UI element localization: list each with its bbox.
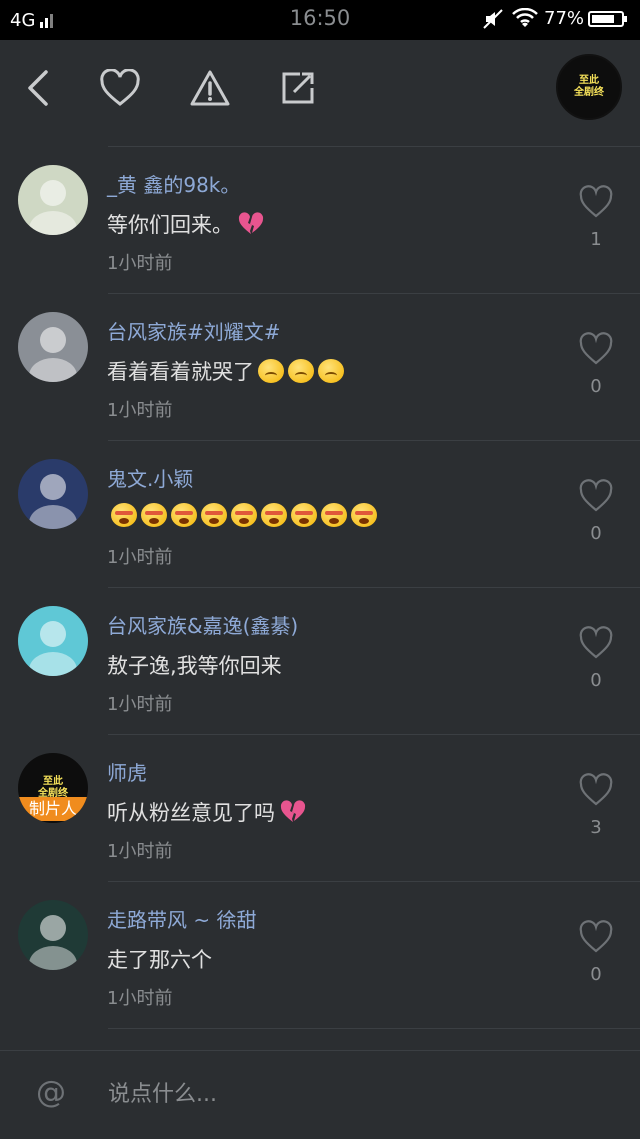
comment-time: 1小时前 [107, 988, 173, 1009]
like-icon[interactable] [578, 332, 614, 368]
avatar[interactable] [18, 606, 88, 676]
comment-text: 走了那六个 [107, 944, 216, 974]
back-icon[interactable] [14, 64, 62, 112]
logo-line-1: 至此 [579, 75, 599, 86]
like-count: 0 [590, 376, 602, 397]
share-icon[interactable] [274, 64, 322, 112]
comment-input-bar: @ [0, 1050, 640, 1139]
sad-emoji-icon [258, 359, 284, 383]
comment-author[interactable]: _黄 鑫的98k。 [107, 169, 240, 198]
comment-text [107, 503, 377, 527]
comment-row: _黄 鑫的98k。 等你们回来。 1小时前 1 [0, 147, 640, 294]
broken-heart-icon [280, 800, 306, 822]
comment-author[interactable]: 鬼文.小颖 [107, 463, 193, 492]
like-count: 0 [590, 964, 602, 985]
like-icon[interactable] [578, 773, 614, 809]
avatar-person-icon [29, 915, 77, 970]
crying-emoji-icon [111, 503, 137, 527]
report-icon[interactable] [186, 64, 234, 112]
comment-body: 敖子逸,我等你回来 [107, 654, 282, 678]
comment-body: 走了那六个 [107, 948, 212, 972]
show-logo[interactable]: 至此 全剧终 [556, 54, 622, 120]
avatar-logo-line-1: 至此 [43, 776, 63, 787]
like-count: 0 [590, 670, 602, 691]
avatar-badge: 制片人 [18, 797, 88, 821]
crying-emoji-icon [321, 503, 347, 527]
like-count: 3 [590, 817, 602, 838]
comment-row: 至此 全剧终 制片人 师虎 听从粉丝意见了吗 1小时前 3 [0, 735, 640, 882]
avatar-person-icon [29, 474, 77, 529]
comment-body: 等你们回来。 [107, 213, 233, 237]
sad-emoji-icon [318, 359, 344, 383]
comment-body: 听从粉丝意见了吗 [107, 801, 275, 825]
emoji-group [258, 359, 344, 383]
avatar[interactable] [18, 312, 88, 382]
emoji-group [111, 503, 377, 527]
sad-emoji-icon [288, 359, 314, 383]
crying-emoji-icon [261, 503, 287, 527]
mention-button[interactable]: @ [36, 1075, 66, 1110]
comment-row: 台风家族&嘉逸(鑫綦) 敖子逸,我等你回来 1小时前 0 [0, 588, 640, 735]
avatar[interactable] [18, 900, 88, 970]
crying-emoji-icon [231, 503, 257, 527]
comment-text: 听从粉丝意见了吗 [107, 797, 307, 827]
comment-author[interactable]: 台风家族#刘耀文# [107, 316, 281, 345]
emoji-group [237, 212, 265, 236]
comment-time: 1小时前 [107, 253, 173, 274]
comment-time: 1小时前 [107, 694, 173, 715]
crying-emoji-icon [291, 503, 317, 527]
like-count: 0 [590, 523, 602, 544]
like-icon[interactable] [578, 626, 614, 662]
avatar[interactable]: 至此 全剧终 制片人 [18, 753, 88, 823]
wifi-icon [512, 7, 538, 35]
avatar-person-icon [29, 180, 77, 235]
comment-text: 看着看着就哭了 [107, 356, 344, 386]
comment-author[interactable]: 台风家族&嘉逸(鑫綦) [107, 610, 298, 639]
comment-author[interactable]: 走路带风 ~ 徐甜 [107, 904, 256, 933]
avatar[interactable] [18, 459, 88, 529]
mute-icon [482, 8, 504, 35]
comment-row: 鬼文.小颖 1小时前 0 [0, 441, 640, 588]
logo-line-2: 全剧终 [574, 87, 604, 98]
battery-percent: 77% [544, 8, 585, 29]
crying-emoji-icon [201, 503, 227, 527]
favorite-icon[interactable] [96, 64, 144, 112]
like-icon[interactable] [578, 185, 614, 221]
crying-emoji-icon [171, 503, 197, 527]
comment-time: 1小时前 [107, 547, 173, 568]
like-icon[interactable] [578, 920, 614, 956]
like-count: 1 [590, 229, 602, 250]
avatar-person-icon [29, 621, 77, 676]
comment-row: 走路带风 ~ 徐甜 走了那六个 1小时前 0 [0, 882, 640, 1029]
comment-text: 等你们回来。 [107, 209, 265, 239]
comment-body: 看着看着就哭了 [107, 360, 254, 384]
comment-author[interactable]: 师虎 [107, 757, 147, 786]
crying-emoji-icon [141, 503, 167, 527]
comment-time: 1小时前 [107, 400, 173, 421]
toolbar: 至此 全剧终 [0, 40, 640, 146]
like-icon[interactable] [578, 479, 614, 515]
avatar[interactable] [18, 165, 88, 235]
crying-emoji-icon [351, 503, 377, 527]
comment-input[interactable] [106, 1073, 590, 1115]
comment-row: 台风家族#刘耀文# 看着看着就哭了 1小时前 0 [0, 294, 640, 441]
emoji-group [279, 800, 307, 824]
comment-list: _黄 鑫的98k。 等你们回来。 1小时前 1 台风家族#刘耀文# 看着看着就哭… [0, 147, 640, 1029]
broken-heart-icon [238, 212, 264, 234]
divider [108, 1028, 640, 1029]
comment-time: 1小时前 [107, 841, 173, 862]
battery-icon [588, 11, 627, 27]
status-bar: 4G 16:50 77% [0, 0, 640, 40]
comment-text: 敖子逸,我等你回来 [107, 650, 286, 680]
avatar-person-icon [29, 327, 77, 382]
